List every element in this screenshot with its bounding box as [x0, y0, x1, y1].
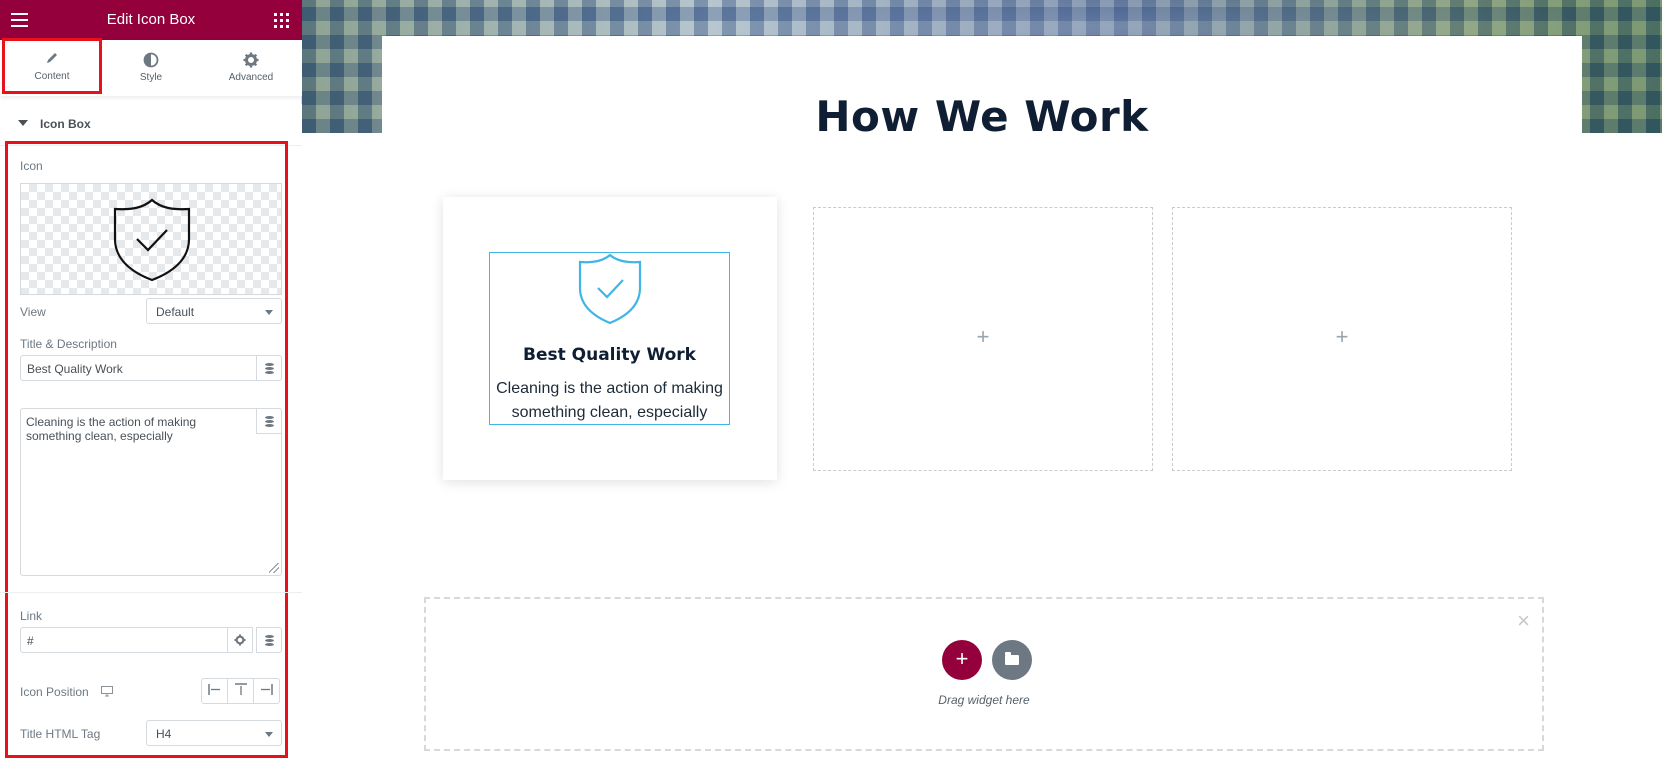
icon-picker[interactable] — [20, 183, 282, 295]
gear-icon — [243, 52, 259, 68]
align-top-icon — [234, 683, 247, 695]
widget-drop-zone[interactable]: × + Drag widget here — [424, 597, 1544, 751]
align-left-icon — [208, 684, 220, 695]
database-icon — [265, 416, 274, 427]
section-icon-box-toggle[interactable]: Icon Box — [0, 104, 302, 146]
description-textarea[interactable]: Cleaning is the action of making somethi… — [20, 408, 282, 576]
tab-content-label: Content — [34, 71, 70, 82]
panel-body: Icon Box Icon View Default Title & Descr… — [0, 104, 302, 768]
title-html-tag-value: H4 — [156, 727, 172, 741]
icon-box-title: Best Quality Work — [523, 345, 696, 365]
link-input-value: # — [27, 634, 34, 648]
tab-style-label: Style — [139, 72, 163, 83]
panel-tabs: Content Style Advanced — [0, 38, 302, 96]
add-template-button[interactable] — [992, 640, 1032, 680]
description-textarea-value: Cleaning is the action of making somethi… — [26, 415, 197, 443]
title-html-tag-label: Title HTML Tag — [20, 727, 101, 741]
drop-zone-text: Drag widget here — [938, 693, 1030, 707]
half-circle-icon — [143, 52, 159, 68]
view-label: View — [20, 305, 46, 319]
panel-header: Edit Icon Box — [0, 0, 302, 40]
icon-box-widget[interactable]: Best Quality Work Cleaning is the action… — [489, 252, 730, 425]
align-right-icon — [261, 684, 273, 695]
icon-label: Icon — [20, 159, 43, 173]
link-dynamic-button[interactable] — [256, 627, 282, 653]
title-description-label: Title & Description — [20, 337, 117, 351]
view-select[interactable]: Default — [146, 298, 282, 324]
title-html-tag-select[interactable]: H4 — [146, 720, 282, 746]
section-title: Icon Box — [40, 117, 91, 131]
section-heading[interactable]: How We Work — [382, 92, 1582, 141]
icon-box-description: Cleaning is the action of making somethi… — [496, 380, 723, 421]
link-input[interactable]: # — [20, 627, 228, 653]
column-1[interactable]: Best Quality Work Cleaning is the action… — [443, 197, 777, 480]
close-icon[interactable]: × — [1517, 610, 1530, 632]
column-3-empty[interactable]: + — [1172, 207, 1512, 471]
shield-check-icon — [113, 198, 191, 282]
controls-area: Icon View Default Title & Description Be… — [0, 141, 302, 768]
resize-handle-icon[interactable] — [269, 563, 279, 573]
title-input-value: Best Quality Work — [27, 362, 123, 376]
icon-position-top-button[interactable] — [227, 678, 254, 704]
desktop-icon[interactable] — [101, 686, 113, 697]
panel-title: Edit Icon Box — [106, 11, 196, 28]
tab-advanced-label: Advanced — [228, 72, 274, 83]
chevron-down-icon — [265, 732, 273, 737]
gear-icon — [234, 634, 246, 646]
link-label: Link — [20, 609, 43, 623]
add-widget-plus-icon[interactable]: + — [1173, 324, 1511, 350]
view-select-value: Default — [156, 305, 195, 319]
chevron-down-icon — [265, 310, 273, 315]
caret-down-icon — [18, 120, 28, 126]
add-section-button[interactable]: + — [942, 640, 982, 680]
column-2-empty[interactable]: + — [813, 207, 1153, 471]
add-widget-plus-icon[interactable]: + — [814, 324, 1152, 350]
pencil-icon — [44, 51, 60, 67]
widgets-grid-icon[interactable] — [274, 13, 289, 28]
editor-panel: Edit Icon Box Content Style Advanced Ico… — [0, 0, 302, 768]
folder-icon — [1005, 652, 1019, 665]
divider — [0, 592, 302, 593]
preview-canvas: How We Work Best Quality Work Cleaning i… — [302, 0, 1662, 768]
tab-advanced[interactable]: Advanced — [201, 40, 301, 96]
link-options-button[interactable] — [227, 627, 253, 653]
shield-check-icon — [578, 253, 642, 325]
description-dynamic-button[interactable] — [256, 408, 282, 434]
tab-style[interactable]: Style — [101, 40, 201, 96]
title-dynamic-button[interactable] — [256, 355, 282, 381]
database-icon — [265, 635, 274, 646]
icon-position-label: Icon Position — [20, 685, 89, 699]
icon-position-left-button[interactable] — [201, 678, 228, 704]
database-icon — [265, 363, 274, 374]
title-input[interactable]: Best Quality Work — [20, 355, 257, 381]
tab-content[interactable]: Content — [2, 38, 102, 94]
icon-position-right-button[interactable] — [253, 678, 280, 704]
